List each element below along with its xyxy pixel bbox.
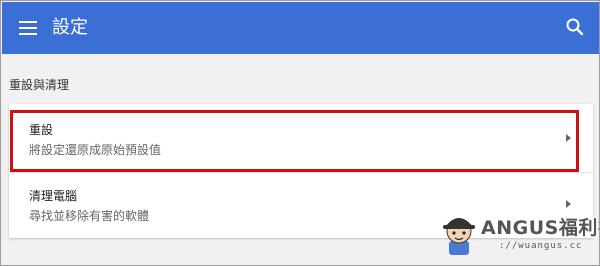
- search-icon[interactable]: [564, 16, 586, 38]
- hamburger-menu-icon[interactable]: [16, 16, 40, 40]
- reset-settings-item[interactable]: 重設 將設定還原成原始預設值: [9, 110, 593, 170]
- watermark: ANGUS福利社 ://wuangus.cc: [437, 205, 599, 263]
- page-title: 設定: [52, 17, 88, 38]
- reset-item-title: 重設: [29, 123, 54, 137]
- section-title: 重設與清理: [9, 78, 70, 92]
- cleanup-item-subtitle: 尋找並移除有害的軟體: [29, 209, 150, 223]
- cleanup-item-title: 清理電腦: [29, 189, 78, 203]
- reset-item-subtitle: 將設定還原成原始預設值: [29, 143, 162, 157]
- divider: [9, 172, 593, 173]
- app-bar: 設定: [2, 2, 599, 54]
- watermark-url: ://wuangus.cc: [499, 241, 583, 251]
- settings-window: 設定 重設與清理 重設 將設定還原成原始預設值 清理電腦 尋找並移除有害的軟體: [0, 0, 600, 266]
- chevron-right-icon: [566, 134, 571, 142]
- watermark-logo: ANGUS福利社: [481, 217, 599, 239]
- mascot-avatar-icon: [437, 207, 481, 257]
